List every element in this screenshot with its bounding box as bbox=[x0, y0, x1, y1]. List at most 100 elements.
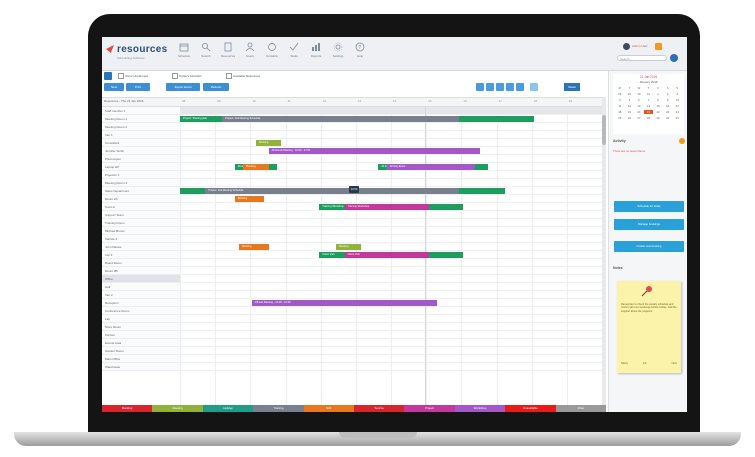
calendar-day[interactable]: 27 bbox=[634, 116, 644, 120]
resource-row-label[interactable]: Van 1 bbox=[102, 131, 180, 139]
calendar-day[interactable]: 30 bbox=[663, 116, 673, 120]
resource-row-label[interactable]: Laptop HP bbox=[102, 163, 180, 171]
resource-row-label[interactable]: Support Team bbox=[102, 211, 180, 219]
resource-row-label[interactable]: Events Area bbox=[102, 339, 180, 347]
resource-row-label[interactable]: Office bbox=[102, 275, 180, 283]
side-button-create[interactable]: Create new booking bbox=[614, 241, 684, 252]
booking-bar[interactable]: Booking bbox=[336, 244, 362, 250]
resource-row-label[interactable]: John Davies bbox=[102, 243, 180, 251]
calendar-day[interactable]: 8 bbox=[653, 98, 663, 102]
legend-segment[interactable]: Sick bbox=[303, 405, 354, 412]
notification-bell-icon[interactable] bbox=[655, 43, 662, 50]
calendar-day[interactable]: 28 bbox=[644, 116, 654, 120]
timeline-lane[interactable] bbox=[180, 107, 602, 115]
booking-bar[interactable]: Client Visit bbox=[344, 252, 429, 258]
calendar-day[interactable]: 2 bbox=[663, 92, 673, 96]
view-day-icon[interactable] bbox=[476, 83, 484, 91]
legend-segment[interactable]: Workshop bbox=[454, 405, 506, 412]
resource-row-label[interactable]: Main Office bbox=[102, 355, 180, 363]
resource-row-label[interactable]: Room 3B bbox=[102, 267, 180, 275]
note-footer-left[interactable]: Sticky bbox=[621, 362, 628, 365]
calendar-day[interactable]: 31 bbox=[672, 116, 682, 120]
export-button[interactable]: Export Excel bbox=[166, 83, 200, 91]
user-name[interactable]: Admin User bbox=[632, 44, 648, 48]
resource-row-label[interactable]: Conference Room bbox=[102, 307, 180, 315]
calendar-day[interactable]: 12 bbox=[625, 104, 635, 108]
timeline-lane[interactable] bbox=[180, 323, 602, 331]
side-button-schedule[interactable]: Schedule for today bbox=[614, 201, 684, 212]
timeline-lane[interactable] bbox=[180, 347, 602, 355]
resource-row-label[interactable]: Michael Brown bbox=[102, 227, 180, 235]
toolbar-search-button[interactable]: Search bbox=[196, 41, 216, 65]
calendar-day[interactable]: 5 bbox=[625, 98, 635, 102]
search-button[interactable] bbox=[670, 54, 678, 62]
booking-bar[interactable] bbox=[458, 116, 535, 122]
calendar-day[interactable]: 13 bbox=[634, 104, 644, 108]
resource-row-label[interactable]: Meeting Room 3 bbox=[102, 179, 180, 187]
resource-row-label[interactable]: Hall bbox=[102, 283, 180, 291]
legend-segment[interactable]: Booking bbox=[102, 405, 153, 412]
resource-row-label[interactable]: Vehicle 2 bbox=[102, 235, 180, 243]
timeline-lane[interactable] bbox=[180, 315, 602, 323]
timeline-lane[interactable] bbox=[180, 123, 602, 131]
activity-badge[interactable] bbox=[679, 138, 685, 144]
timeline-lane[interactable] bbox=[180, 307, 602, 315]
resource-row-label[interactable]: Store Room bbox=[102, 323, 180, 331]
toolbar-resources-button[interactable]: Resources bbox=[218, 41, 238, 65]
new-button[interactable]: New bbox=[104, 83, 124, 91]
toolbar-help-button[interactable]: ? Help bbox=[350, 41, 370, 65]
calendar-day[interactable]: 17 bbox=[672, 104, 682, 108]
calendar-day[interactable]: 25 bbox=[615, 116, 625, 120]
booking-bar[interactable] bbox=[180, 188, 206, 194]
view-list-icon[interactable] bbox=[506, 83, 514, 91]
timeline-lane[interactable] bbox=[180, 283, 602, 291]
resource-row-label[interactable]: Jennifer Smith bbox=[102, 147, 180, 155]
legend-segment[interactable]: Training bbox=[253, 405, 304, 412]
timeline-lane[interactable] bbox=[180, 179, 602, 187]
timeline-lane[interactable] bbox=[180, 363, 602, 371]
resource-row-label[interactable]: Meeting Room 1 bbox=[102, 115, 180, 123]
resource-row-label[interactable]: Car 3 bbox=[102, 251, 180, 259]
booking-bar[interactable]: Booking bbox=[255, 140, 282, 146]
toolbar-users-button[interactable]: Users bbox=[240, 41, 260, 65]
calendar-day[interactable]: 18 bbox=[615, 110, 625, 114]
resource-row-label[interactable]: Warehouse bbox=[102, 363, 180, 371]
booking-bar[interactable]: Project: Sharing plan bbox=[180, 116, 223, 122]
calendar-day[interactable]: 9 bbox=[663, 98, 673, 102]
timeline-lane[interactable] bbox=[180, 211, 602, 219]
timeline-lane[interactable] bbox=[180, 219, 602, 227]
legend-segment[interactable]: Unavailable bbox=[505, 405, 556, 412]
toolbar-reports-button[interactable]: Reports bbox=[306, 41, 326, 65]
refresh-button[interactable]: Refresh bbox=[203, 83, 229, 91]
timeline-lane[interactable] bbox=[180, 291, 602, 299]
resource-row-label[interactable]: Consultant bbox=[102, 139, 180, 147]
calendar-day[interactable]: 10 bbox=[672, 98, 682, 102]
resource-row-label[interactable]: Staff member 1 bbox=[102, 107, 180, 115]
calendar-day[interactable]: 14 bbox=[644, 104, 654, 108]
calendar-day[interactable]: 1 bbox=[653, 92, 663, 96]
timeline-lanes[interactable] bbox=[180, 107, 602, 371]
legend-segment[interactable]: Service bbox=[354, 405, 405, 412]
search-input[interactable]: Search... bbox=[617, 55, 667, 61]
resource-row-label[interactable]: Lab bbox=[102, 315, 180, 323]
calendar-day[interactable]: 28 bbox=[615, 92, 625, 96]
timeline-lane[interactable] bbox=[180, 131, 602, 139]
resource-row-label[interactable]: Team A bbox=[102, 203, 180, 211]
filter-available[interactable]: Available Resources bbox=[226, 73, 260, 80]
resource-row-label[interactable]: Sales Department bbox=[102, 187, 180, 195]
print-button[interactable]: Print bbox=[126, 83, 150, 91]
legend-segment[interactable]: Holiday bbox=[202, 405, 254, 412]
toolbar-schedule-button[interactable]: Schedule bbox=[174, 41, 194, 65]
app-logo[interactable]: resources Scheduling Software bbox=[106, 42, 176, 62]
calendar-day[interactable]: 19 bbox=[625, 110, 635, 114]
resource-row-label[interactable]: Room 2A bbox=[102, 195, 180, 203]
resource-row-label[interactable]: Photocopier bbox=[102, 155, 180, 163]
calendar-day[interactable]: 30 bbox=[634, 92, 644, 96]
calendar-day[interactable]: 31 bbox=[644, 92, 654, 96]
calendar-day[interactable]: 3 bbox=[672, 92, 682, 96]
filter-unplanned[interactable]: Show Unplanned bbox=[118, 73, 148, 80]
legend-segment[interactable]: Other bbox=[555, 405, 606, 412]
timeline-lane[interactable] bbox=[180, 171, 602, 179]
toolbar-tasks-button[interactable]: Tasks bbox=[284, 41, 304, 65]
calendar-day[interactable]: 7 bbox=[644, 98, 654, 102]
